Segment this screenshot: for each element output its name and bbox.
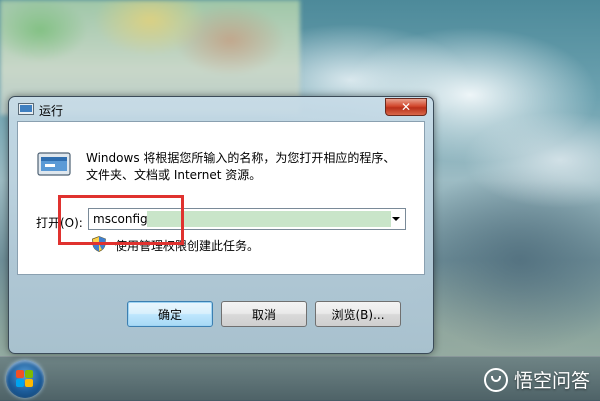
dialog-title: 运行	[39, 104, 64, 118]
run-program-icon	[37, 152, 71, 176]
title-bar[interactable]: 运行 ✕	[9, 97, 433, 121]
watermark: 悟空问答	[483, 366, 590, 393]
watermark-text: 悟空问答	[513, 370, 590, 392]
close-icon: ✕	[400, 100, 412, 114]
ok-button[interactable]: 确定	[127, 301, 213, 327]
chevron-down-icon[interactable]	[389, 211, 403, 227]
wukong-logo-icon	[483, 367, 508, 392]
close-button[interactable]: ✕	[385, 98, 427, 116]
run-icon	[18, 103, 34, 115]
description-line-1: Windows 将根据您所输入的名称，为您打开相应的程序、	[86, 151, 396, 165]
cancel-button[interactable]: 取消	[221, 301, 307, 327]
start-button[interactable]	[6, 360, 44, 398]
dialog-description: Windows 将根据您所输入的名称，为您打开相应的程序、 文件夹、文档或 In…	[86, 150, 395, 184]
windows-logo-icon	[16, 370, 34, 388]
description-line-2: 文件夹、文档或 Internet 资源。	[86, 168, 262, 182]
highlight-box	[58, 195, 184, 245]
browse-button[interactable]: 浏览(B)...	[315, 301, 401, 327]
